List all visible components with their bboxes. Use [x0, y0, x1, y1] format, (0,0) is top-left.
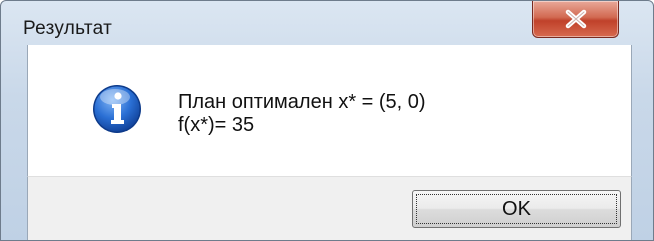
message-text: План оптимален x* = (5, 0) f(x*)= 35	[178, 91, 426, 137]
message-dialog: Результат План оптимален x* = (5, 0) f(x…	[0, 0, 654, 241]
title-bar[interactable]: Результат	[1, 1, 653, 45]
close-button[interactable]	[532, 1, 619, 38]
ok-button[interactable]: OK	[412, 190, 621, 228]
dialog-content: План оптимален x* = (5, 0) f(x*)= 35	[27, 45, 632, 176]
info-icon	[93, 85, 141, 133]
ok-button-label: OK	[502, 198, 531, 220]
window-title: Результат	[23, 18, 113, 39]
button-bar: OK	[27, 176, 632, 240]
close-icon	[565, 9, 586, 29]
message-line-value: f(x*)= 35	[178, 114, 255, 136]
message-line-plan: План оптимален x* = (5, 0)	[178, 91, 426, 113]
